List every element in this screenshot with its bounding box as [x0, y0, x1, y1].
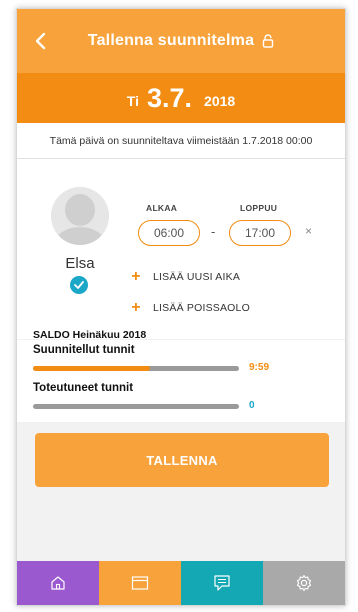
chevron-left-icon [35, 32, 46, 50]
add-time-label: LISÄÄ UUSI AIKA [153, 271, 241, 283]
tab-messages[interactable] [181, 561, 263, 605]
home-icon [51, 576, 65, 590]
add-time-button[interactable]: + LISÄÄ UUSI AIKA [131, 268, 240, 286]
weekday: Ti [126, 93, 139, 109]
employee-name: Elsa [65, 255, 95, 272]
end-time-field[interactable]: 17:00 [229, 220, 291, 246]
time-separator: - [211, 224, 216, 239]
actual-hours-label: Toteutuneet tunnit [33, 382, 134, 394]
planned-hours-label: Suunnitellut tunnit [33, 344, 135, 356]
start-label: ALKAA [146, 203, 178, 213]
plus-icon: + [131, 299, 141, 316]
page-title: Tallenna suunnitelma [87, 32, 255, 49]
date-day: 3.7. [147, 82, 193, 113]
start-time-field[interactable]: 06:00 [138, 220, 200, 246]
add-absence-button[interactable]: + LISÄÄ POISSAOLO [131, 299, 250, 317]
tab-bar [17, 561, 345, 605]
tab-home[interactable] [17, 561, 99, 605]
actual-hours-value: 0 [249, 400, 255, 411]
save-button[interactable]: TALLENNA [35, 433, 329, 487]
lock-open-icon [263, 34, 274, 48]
app-header: Tallenna suunnitelma [17, 9, 345, 73]
app-frame: Tallenna suunnitelma Ti 3.7. 2018 Tämä p… [16, 8, 346, 606]
planned-hours-bar [33, 366, 239, 371]
tab-settings[interactable] [263, 561, 345, 605]
plus-icon: + [131, 268, 141, 285]
remove-time-button[interactable]: × [305, 224, 312, 238]
calendar-icon [131, 576, 149, 590]
planned-hours-fill [33, 366, 151, 371]
checkmark-icon [70, 276, 88, 294]
message-icon [214, 575, 230, 591]
gear-icon [296, 574, 312, 592]
divider [17, 158, 345, 159]
back-button[interactable] [27, 27, 55, 55]
avatar [51, 187, 109, 245]
tab-calendar[interactable] [99, 561, 181, 605]
deadline-text: Tämä päivä on suunniteltava viimeistään … [49, 135, 313, 147]
actual-hours-bar [33, 404, 239, 409]
planned-hours-value: 9:59 [249, 362, 270, 373]
date-bar: Ti 3.7. 2018 [17, 73, 345, 123]
date-year: 2018 [204, 93, 236, 109]
plan-card: Tämä päivä on suunniteltava viimeistään … [17, 123, 345, 339]
person-placeholder-icon [51, 187, 109, 245]
saldo-panel: Suunnitellut tunnit 9:59 Toteutuneet tun… [17, 340, 345, 422]
add-absence-label: LISÄÄ POISSAOLO [153, 302, 250, 314]
end-label: LOPPUU [240, 203, 278, 213]
